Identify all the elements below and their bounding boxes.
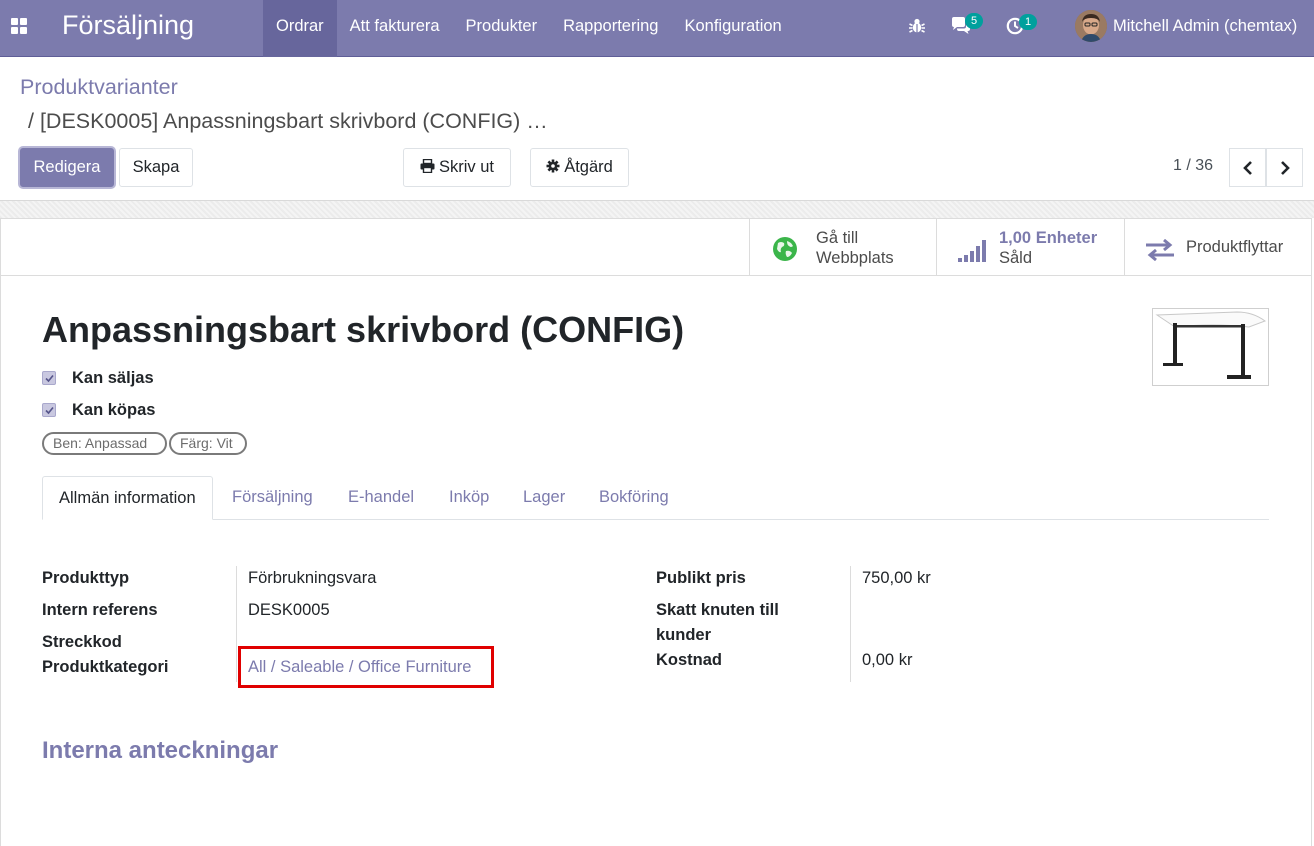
cost-value: 0,00 kr xyxy=(862,651,913,669)
gear-icon xyxy=(546,159,560,173)
can-be-sold-checkbox[interactable] xyxy=(42,371,56,385)
sold-smart-button[interactable]: 1,00 Enheter Såld xyxy=(936,218,1125,275)
tab-sales[interactable]: Försäljning xyxy=(216,476,329,520)
tab-ecommerce[interactable]: E-handel xyxy=(332,476,430,520)
can-be-sold-label: Kan säljas xyxy=(72,369,154,387)
product-image[interactable] xyxy=(1152,308,1269,386)
sales-price-value: 750,00 kr xyxy=(862,569,931,587)
tab-accounting[interactable]: Bokföring xyxy=(583,476,685,520)
product-name: Anpassningsbart skrivbord (CONFIG) xyxy=(42,309,685,350)
internal-reference-value: DESK0005 xyxy=(248,601,330,619)
website-button-line1: Gå till xyxy=(816,229,859,247)
product-type-value: Förbrukningsvara xyxy=(248,569,377,587)
highlight-box xyxy=(238,646,494,688)
can-be-purchased-checkbox[interactable] xyxy=(42,403,56,417)
activities-badge: 1 xyxy=(1019,14,1037,30)
chevron-left-icon xyxy=(1243,161,1252,175)
printer-icon xyxy=(420,158,435,174)
action-label: Åtgärd xyxy=(564,158,613,176)
messages-badge: 5 xyxy=(965,13,983,29)
action-button[interactable]: Åtgärd xyxy=(530,148,629,187)
app-name[interactable]: Försäljning xyxy=(62,8,194,42)
chevron-right-icon xyxy=(1281,161,1290,175)
internal-notes-title: Interna anteckningar xyxy=(42,737,279,764)
menu-item-orders[interactable]: Ordrar xyxy=(263,0,337,57)
create-button[interactable]: Skapa xyxy=(119,148,193,187)
product-category-label: Produktkategori xyxy=(42,658,169,676)
product-moves-smart-button[interactable]: Produktflyttar xyxy=(1124,218,1312,275)
smart-button-box: Gå till Webbplats 1,00 Enheter Såld Prod xyxy=(0,218,1312,276)
product-moves-label: Produktflyttar xyxy=(1186,238,1284,256)
signal-bars-icon xyxy=(958,238,986,267)
customer-taxes-label-line2: kunder xyxy=(656,626,712,644)
cost-label: Kostnad xyxy=(656,651,722,669)
print-button[interactable]: Skriv ut xyxy=(403,148,511,187)
sold-label: Såld xyxy=(999,249,1033,267)
product-type-label: Produkttyp xyxy=(42,569,130,587)
menu-item-to-invoice[interactable]: Att fakturera xyxy=(337,0,453,57)
attribute-tag: Ben: Anpassad xyxy=(42,432,167,455)
form-background xyxy=(0,200,1314,218)
tab-inventory[interactable]: Lager xyxy=(507,476,581,520)
can-be-purchased-label: Kan köpas xyxy=(72,401,156,419)
sales-price-label: Publikt pris xyxy=(656,569,746,587)
pager-value[interactable]: 1 / 36 xyxy=(1173,156,1213,176)
attribute-tag: Färg: Vit xyxy=(169,432,247,455)
pager-next-button[interactable] xyxy=(1266,148,1303,187)
top-navbar: Försäljning Ordrar Att fakturera Produkt… xyxy=(0,0,1314,57)
website-button-line2: Webbplats xyxy=(816,249,894,267)
left-column-divider xyxy=(236,566,237,682)
print-label: Skriv ut xyxy=(438,158,494,176)
barcode-label: Streckkod xyxy=(42,633,122,651)
apps-grid-icon[interactable] xyxy=(11,18,28,35)
form-tabs: Allmän information Försäljning E-handel … xyxy=(42,476,1269,520)
bug-icon[interactable] xyxy=(908,17,926,35)
exchange-arrows-icon xyxy=(1145,238,1175,266)
customer-taxes-label-line1: Skatt knuten till xyxy=(656,601,779,619)
website-smart-button[interactable]: Gå till Webbplats xyxy=(749,218,937,275)
tab-general-information[interactable]: Allmän information xyxy=(42,476,213,520)
sold-quantity: 1,00 Enheter xyxy=(999,229,1098,247)
menu-item-products[interactable]: Produkter xyxy=(453,0,551,57)
globe-icon xyxy=(772,236,798,267)
breadcrumb-parent[interactable]: Produktvarianter xyxy=(20,73,178,101)
customer-taxes-label: Skatt knuten till kunder xyxy=(656,598,779,648)
pager-previous-button[interactable] xyxy=(1229,148,1266,187)
right-column-divider xyxy=(850,566,851,682)
edit-button[interactable]: Redigera xyxy=(20,148,114,187)
tab-purchase[interactable]: Inköp xyxy=(433,476,505,520)
menu-item-configuration[interactable]: Konfiguration xyxy=(671,0,794,57)
main-menu: Ordrar Att fakturera Produkter Rapporter… xyxy=(263,0,795,57)
menu-item-reporting[interactable]: Rapportering xyxy=(550,0,671,57)
avatar[interactable] xyxy=(1075,10,1107,42)
internal-reference-label: Intern referens xyxy=(42,601,158,619)
user-menu[interactable]: Mitchell Admin (chemtax) xyxy=(1113,15,1297,37)
breadcrumb-current: / [DESK0005] Anpassningsbart skrivbord (… xyxy=(28,109,548,133)
